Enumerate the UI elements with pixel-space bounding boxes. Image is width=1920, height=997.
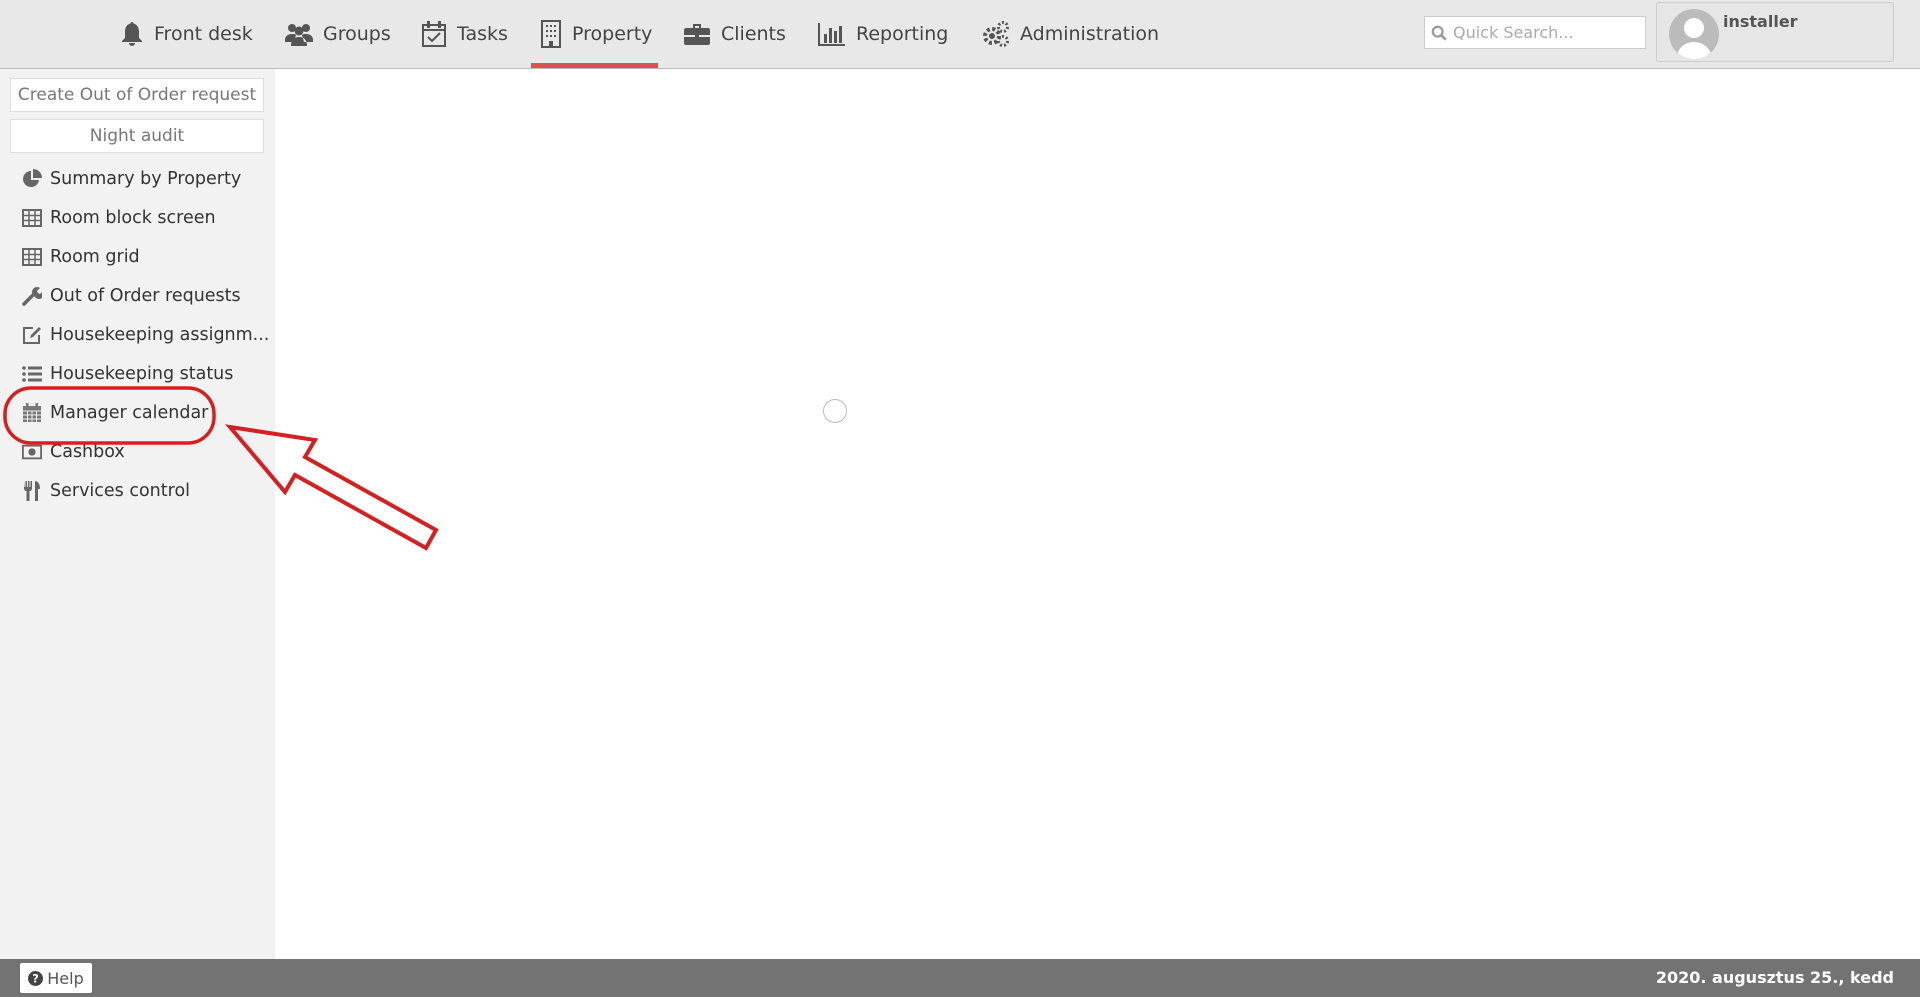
loading-spinner: [823, 399, 847, 423]
nav-label: Tasks: [457, 23, 508, 45]
sidebar-item-label: Cashbox: [50, 442, 125, 462]
sidebar-item-services-control[interactable]: Services control: [22, 476, 190, 506]
annotation-overlay: [3, 386, 439, 551]
night-audit-button[interactable]: Night audit: [10, 119, 264, 153]
nav-label: Reporting: [856, 23, 949, 45]
help-button[interactable]: ? Help: [20, 963, 92, 993]
table-icon: [22, 208, 42, 228]
edit-icon: [22, 325, 42, 345]
sidebar-item-label: Services control: [50, 481, 191, 501]
quick-search-input[interactable]: [1451, 22, 1645, 43]
nav-label: Front desk: [154, 23, 253, 45]
avatar: [1669, 9, 1719, 59]
nav-label: Groups: [323, 23, 391, 45]
user-menu[interactable]: installer: [1656, 2, 1894, 62]
sidebar-item-label: Out of Order requests: [50, 286, 241, 306]
question-circle-icon: ?: [28, 970, 44, 986]
list-icon: [22, 364, 42, 384]
users-icon: [285, 24, 313, 46]
search-icon: [1431, 25, 1447, 41]
sidebar-item-out-of-order-requests[interactable]: Out of Order requests: [22, 281, 241, 311]
sidebar-item-summary-by-property[interactable]: Summary by Property: [22, 164, 241, 194]
money-icon: [22, 442, 42, 462]
sidebar-item-label: Housekeeping assignm...: [50, 325, 270, 345]
create-out-of-order-button[interactable]: Create Out of Order request: [10, 78, 264, 112]
sidebar-item-housekeeping-status[interactable]: Housekeeping status: [22, 359, 233, 389]
sidebar-item-label: Room grid: [50, 247, 140, 267]
nav-groups[interactable]: Groups: [285, 0, 391, 68]
sidebar-item-room-grid[interactable]: Room grid: [22, 242, 140, 272]
sidebar-item-label: Housekeeping status: [50, 364, 234, 384]
nav-label: Clients: [721, 23, 786, 45]
active-tab-indicator: [531, 63, 658, 68]
nav-label: Administration: [1020, 23, 1160, 45]
building-icon: [541, 20, 561, 48]
nav-clients[interactable]: Clients: [683, 0, 786, 68]
cutlery-icon: [22, 481, 42, 501]
sidebar-item-housekeeping-assignments[interactable]: Housekeeping assignm...: [22, 320, 269, 350]
nav-label: Property: [572, 23, 653, 45]
pie-chart-icon: [22, 169, 42, 189]
briefcase-icon: [684, 24, 710, 45]
help-label: Help: [47, 968, 84, 988]
sidebar: Create Out of Order request Night audit …: [0, 69, 275, 959]
nav-reporting[interactable]: Reporting: [818, 0, 948, 68]
sidebar-item-label: Summary by Property: [50, 169, 242, 189]
nav-property[interactable]: Property: [540, 0, 652, 68]
sidebar-item-label: Room block screen: [50, 208, 216, 228]
footer-bar: ? Help 2020. augusztus 25., kedd: [0, 959, 1920, 997]
svg-text:?: ?: [32, 972, 39, 985]
nav-tasks[interactable]: Tasks: [421, 0, 508, 68]
nav-administration[interactable]: Administration: [982, 0, 1159, 68]
top-navigation-bar: Front desk Groups Tasks Property Clients…: [0, 0, 1920, 69]
current-date: 2020. augusztus 25., kedd: [1655, 968, 1894, 987]
sidebar-item-room-block-screen[interactable]: Room block screen: [22, 203, 216, 233]
sidebar-item-manager-calendar[interactable]: Manager calendar: [22, 398, 208, 428]
calendar-icon: [22, 403, 42, 423]
table-icon: [22, 247, 42, 267]
calendar-check-icon: [422, 21, 446, 47]
nav-front-desk[interactable]: Front desk: [120, 0, 253, 68]
quick-search[interactable]: [1424, 16, 1646, 49]
bell-icon: [122, 22, 142, 46]
wrench-icon: [22, 286, 42, 306]
user-name: installer: [1723, 12, 1798, 31]
sidebar-item-cashbox[interactable]: Cashbox: [22, 437, 125, 467]
bar-chart-icon: [818, 23, 845, 46]
gears-icon: [983, 21, 1009, 47]
sidebar-item-label: Manager calendar: [50, 403, 209, 423]
